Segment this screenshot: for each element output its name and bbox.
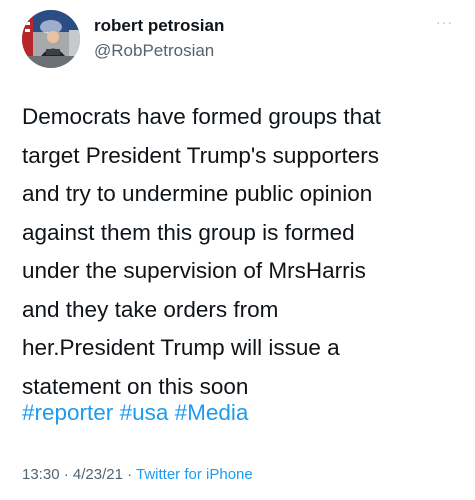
meta-separator: · <box>122 466 136 483</box>
tweet-text-line: her.President Trump will issue a <box>22 335 340 360</box>
avatar-image <box>22 10 80 68</box>
meta-separator: · <box>59 466 73 483</box>
hashtags: #reporter #usa #Media <box>22 398 248 428</box>
user-handle[interactable]: @RobPetrosian <box>94 41 214 61</box>
tweet-text: Democrats have formed groups that target… <box>22 98 462 406</box>
tweet-text-line: Democrats have formed groups that <box>22 104 381 129</box>
tweet-date[interactable]: 4/23/21 <box>73 466 123 483</box>
tweet-text-line: under the supervision of MrsHarris <box>22 258 366 283</box>
tweet-time[interactable]: 13:30 <box>22 466 60 483</box>
tweet-text-line: against them this group is formed <box>22 219 355 245</box>
tweet-text-line: and they take orders from <box>22 296 279 322</box>
tweet-text-line: and try to undermine public opinion <box>22 181 373 206</box>
tweet-card: robert petrosian @RobPetrosian ··· Democ… <box>0 0 475 500</box>
display-name[interactable]: robert petrosian <box>94 16 224 36</box>
hashtag-usa[interactable]: #usa <box>120 400 169 425</box>
hashtag-media[interactable]: #Media <box>175 400 249 425</box>
tweet-text-line: target President Trump's supporters <box>22 142 379 168</box>
more-options-icon[interactable]: ··· <box>436 14 453 30</box>
tweet-source-link[interactable]: Twitter for iPhone <box>136 466 253 483</box>
hashtag-reporter[interactable]: #reporter <box>22 400 113 425</box>
avatar[interactable] <box>22 10 80 68</box>
tweet-meta: 13:30 · 4/23/21 · Twitter for iPhone <box>22 466 253 483</box>
